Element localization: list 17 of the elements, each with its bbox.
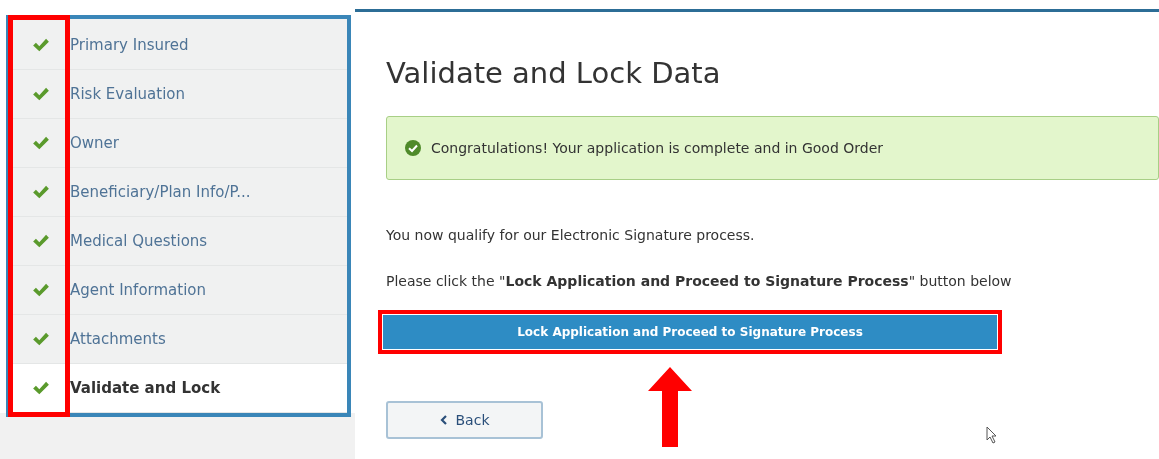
caret-icon — [439, 415, 448, 425]
arrow-icon — [648, 367, 692, 447]
sidebar-item[interactable]: Agent Information — [10, 266, 347, 315]
lock-application-button[interactable]: Lock Application and Proceed to Signature Process — [383, 315, 997, 349]
sidebar-item[interactable]: Medical Questions — [10, 217, 347, 266]
back-button[interactable]: Back — [386, 401, 543, 439]
sidebar-item[interactable]: Owner — [10, 119, 347, 168]
sidebar-item[interactable]: Validate and Lock — [10, 364, 347, 413]
page-title: Validate and Lock Data — [386, 56, 722, 90]
sidebar-item[interactable]: Risk Evaluation — [10, 70, 347, 119]
instruction-text: You now qualify for our Electronic Signature process. — [386, 227, 756, 243]
cursor-icon — [986, 426, 998, 444]
sidebar-item[interactable]: Beneficiary/Plan Info/P... — [10, 168, 347, 217]
sidebar-item[interactable]: Primary Insured — [10, 21, 347, 70]
check-circle-icon — [405, 140, 421, 156]
instruction-text: Please click the "Lock Application and Proceed to Signature Process" button below — [386, 273, 1013, 289]
alert-message: Congratulations! Your application is complete and in Good Order — [431, 140, 884, 156]
